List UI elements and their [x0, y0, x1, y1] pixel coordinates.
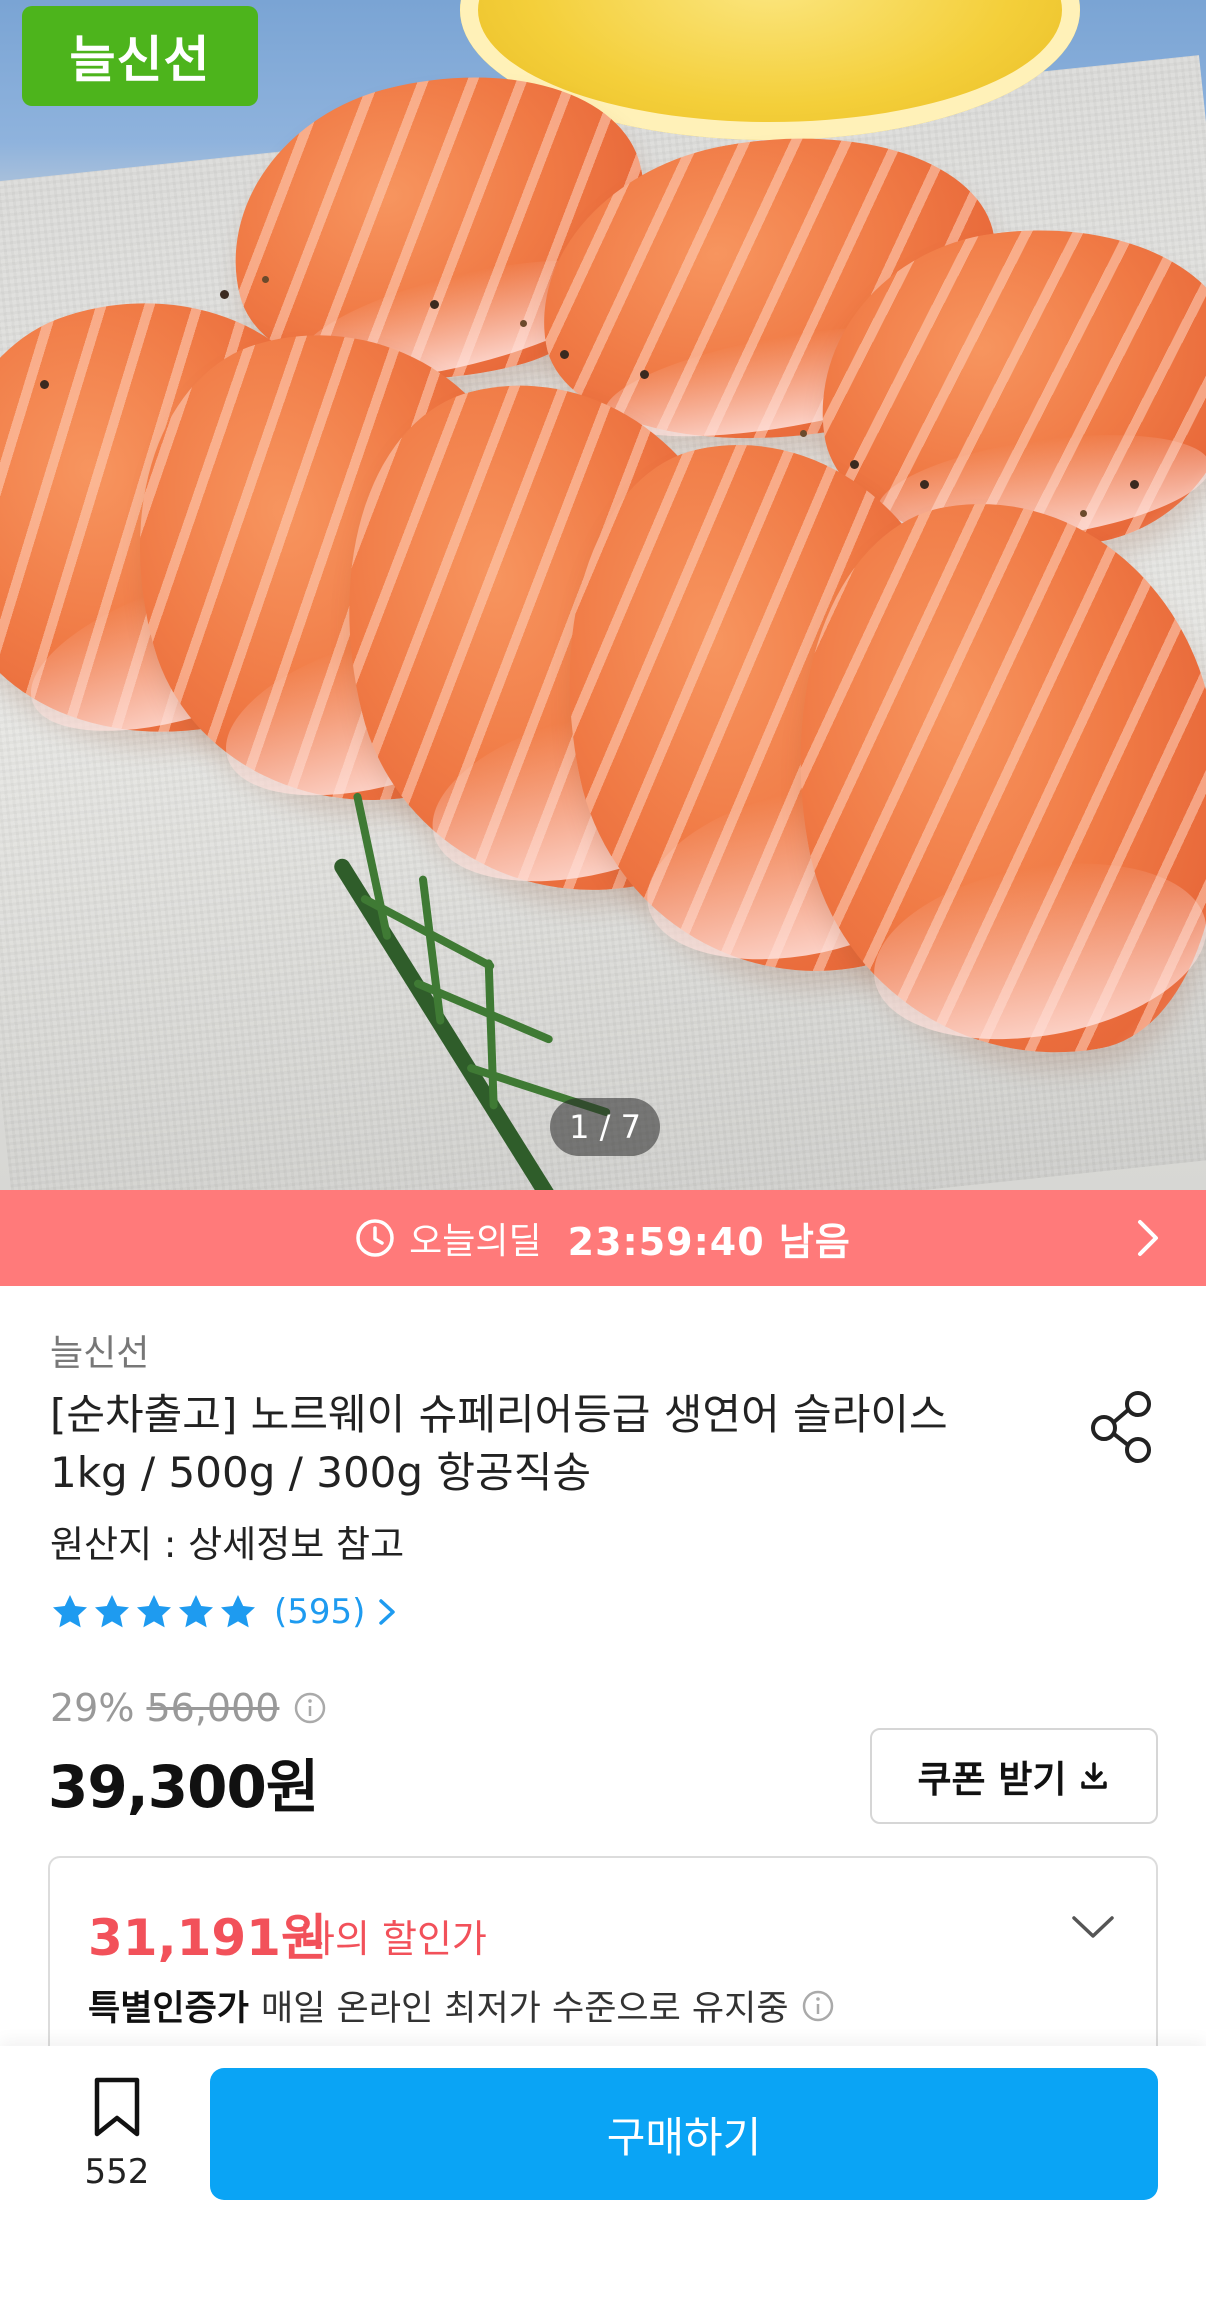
info-icon[interactable] — [801, 1989, 835, 2023]
buy-button[interactable]: 구매하기 — [210, 2068, 1158, 2200]
info-icon[interactable] — [293, 1691, 327, 1725]
pepper-flake — [560, 350, 569, 359]
rating-summary[interactable]: (595) — [50, 1590, 401, 1634]
bookmark-icon — [94, 2077, 140, 2137]
pepper-flake — [640, 370, 649, 379]
chevron-right-icon — [379, 1599, 396, 1625]
star-icon — [53, 1595, 87, 1628]
my-discount-price-panel[interactable]: 31,191원 나의 할인가 특별인증가 매일 온라인 최저가 수준으로 유지중 — [48, 1856, 1158, 2046]
pepper-flake — [430, 300, 439, 309]
chevron-down-icon[interactable] — [1068, 1910, 1118, 1942]
star-icon — [179, 1595, 213, 1628]
special-certified-price: 특별인증가 매일 온라인 최저가 수준으로 유지중 — [88, 1980, 835, 2031]
cert-title: 특별인증가 — [88, 1989, 250, 2029]
original-price: 56,000 — [146, 1686, 280, 1730]
pepper-flake — [40, 380, 49, 389]
seller-badge: 늘신선 — [22, 6, 258, 106]
pepper-flake — [1080, 510, 1087, 517]
star-icon — [221, 1595, 255, 1628]
discount-percent: 29% — [50, 1686, 135, 1730]
bookmark-count: 552 — [84, 2152, 150, 2192]
pepper-flake — [220, 290, 229, 299]
bookmark-button[interactable]: 552 — [52, 2076, 182, 2206]
sale-price: 39,300원 — [48, 1753, 319, 1821]
coupon-download-button[interactable]: 쿠폰 받기 — [870, 1728, 1158, 1824]
star-icon — [95, 1595, 129, 1628]
cert-description: 매일 온라인 최저가 수준으로 유지중 — [261, 1989, 789, 2029]
today-deal-banner[interactable]: 오늘의딜 23:59:40 남음 — [0, 1190, 1206, 1286]
download-icon — [1080, 1762, 1107, 1789]
original-price-row: 29% 56,000 — [50, 1686, 327, 1730]
share-icon[interactable] — [1088, 1390, 1156, 1464]
origin-info: 원산지 : 상세정보 참고 — [50, 1523, 405, 1566]
coupon-button-label: 쿠폰 받기 — [917, 1758, 1067, 1801]
bottom-action-bar: 552 구매하기 — [0, 2046, 1206, 2321]
chevron-right-icon — [1138, 1220, 1158, 1256]
clock-icon — [356, 1219, 394, 1257]
brand-name[interactable]: 늘신선 — [50, 1324, 149, 1376]
pepper-flake — [850, 460, 859, 469]
product-title: [순차출고] 노르웨이 슈페리어등급 생연어 슬라이스 1kg / 500g /… — [50, 1390, 948, 1497]
deal-label: 오늘의딜 — [409, 1221, 542, 1262]
star-icon — [137, 1595, 171, 1628]
product-image[interactable]: 늘신선 1 / 7 — [0, 0, 1206, 1190]
pepper-flake — [262, 276, 269, 283]
my-discount-label: 나의 할인가 — [300, 1917, 487, 1961]
deal-timer: 23:59:40 남음 — [567, 1219, 851, 1264]
pepper-flake — [800, 430, 807, 437]
image-pager: 1 / 7 — [550, 1098, 660, 1156]
my-discount-amount: 31,191원 — [88, 1909, 327, 1967]
pepper-flake — [1130, 480, 1139, 489]
pepper-flake — [520, 320, 527, 327]
pepper-flake — [920, 480, 929, 489]
review-count[interactable]: (595) — [274, 1592, 365, 1632]
